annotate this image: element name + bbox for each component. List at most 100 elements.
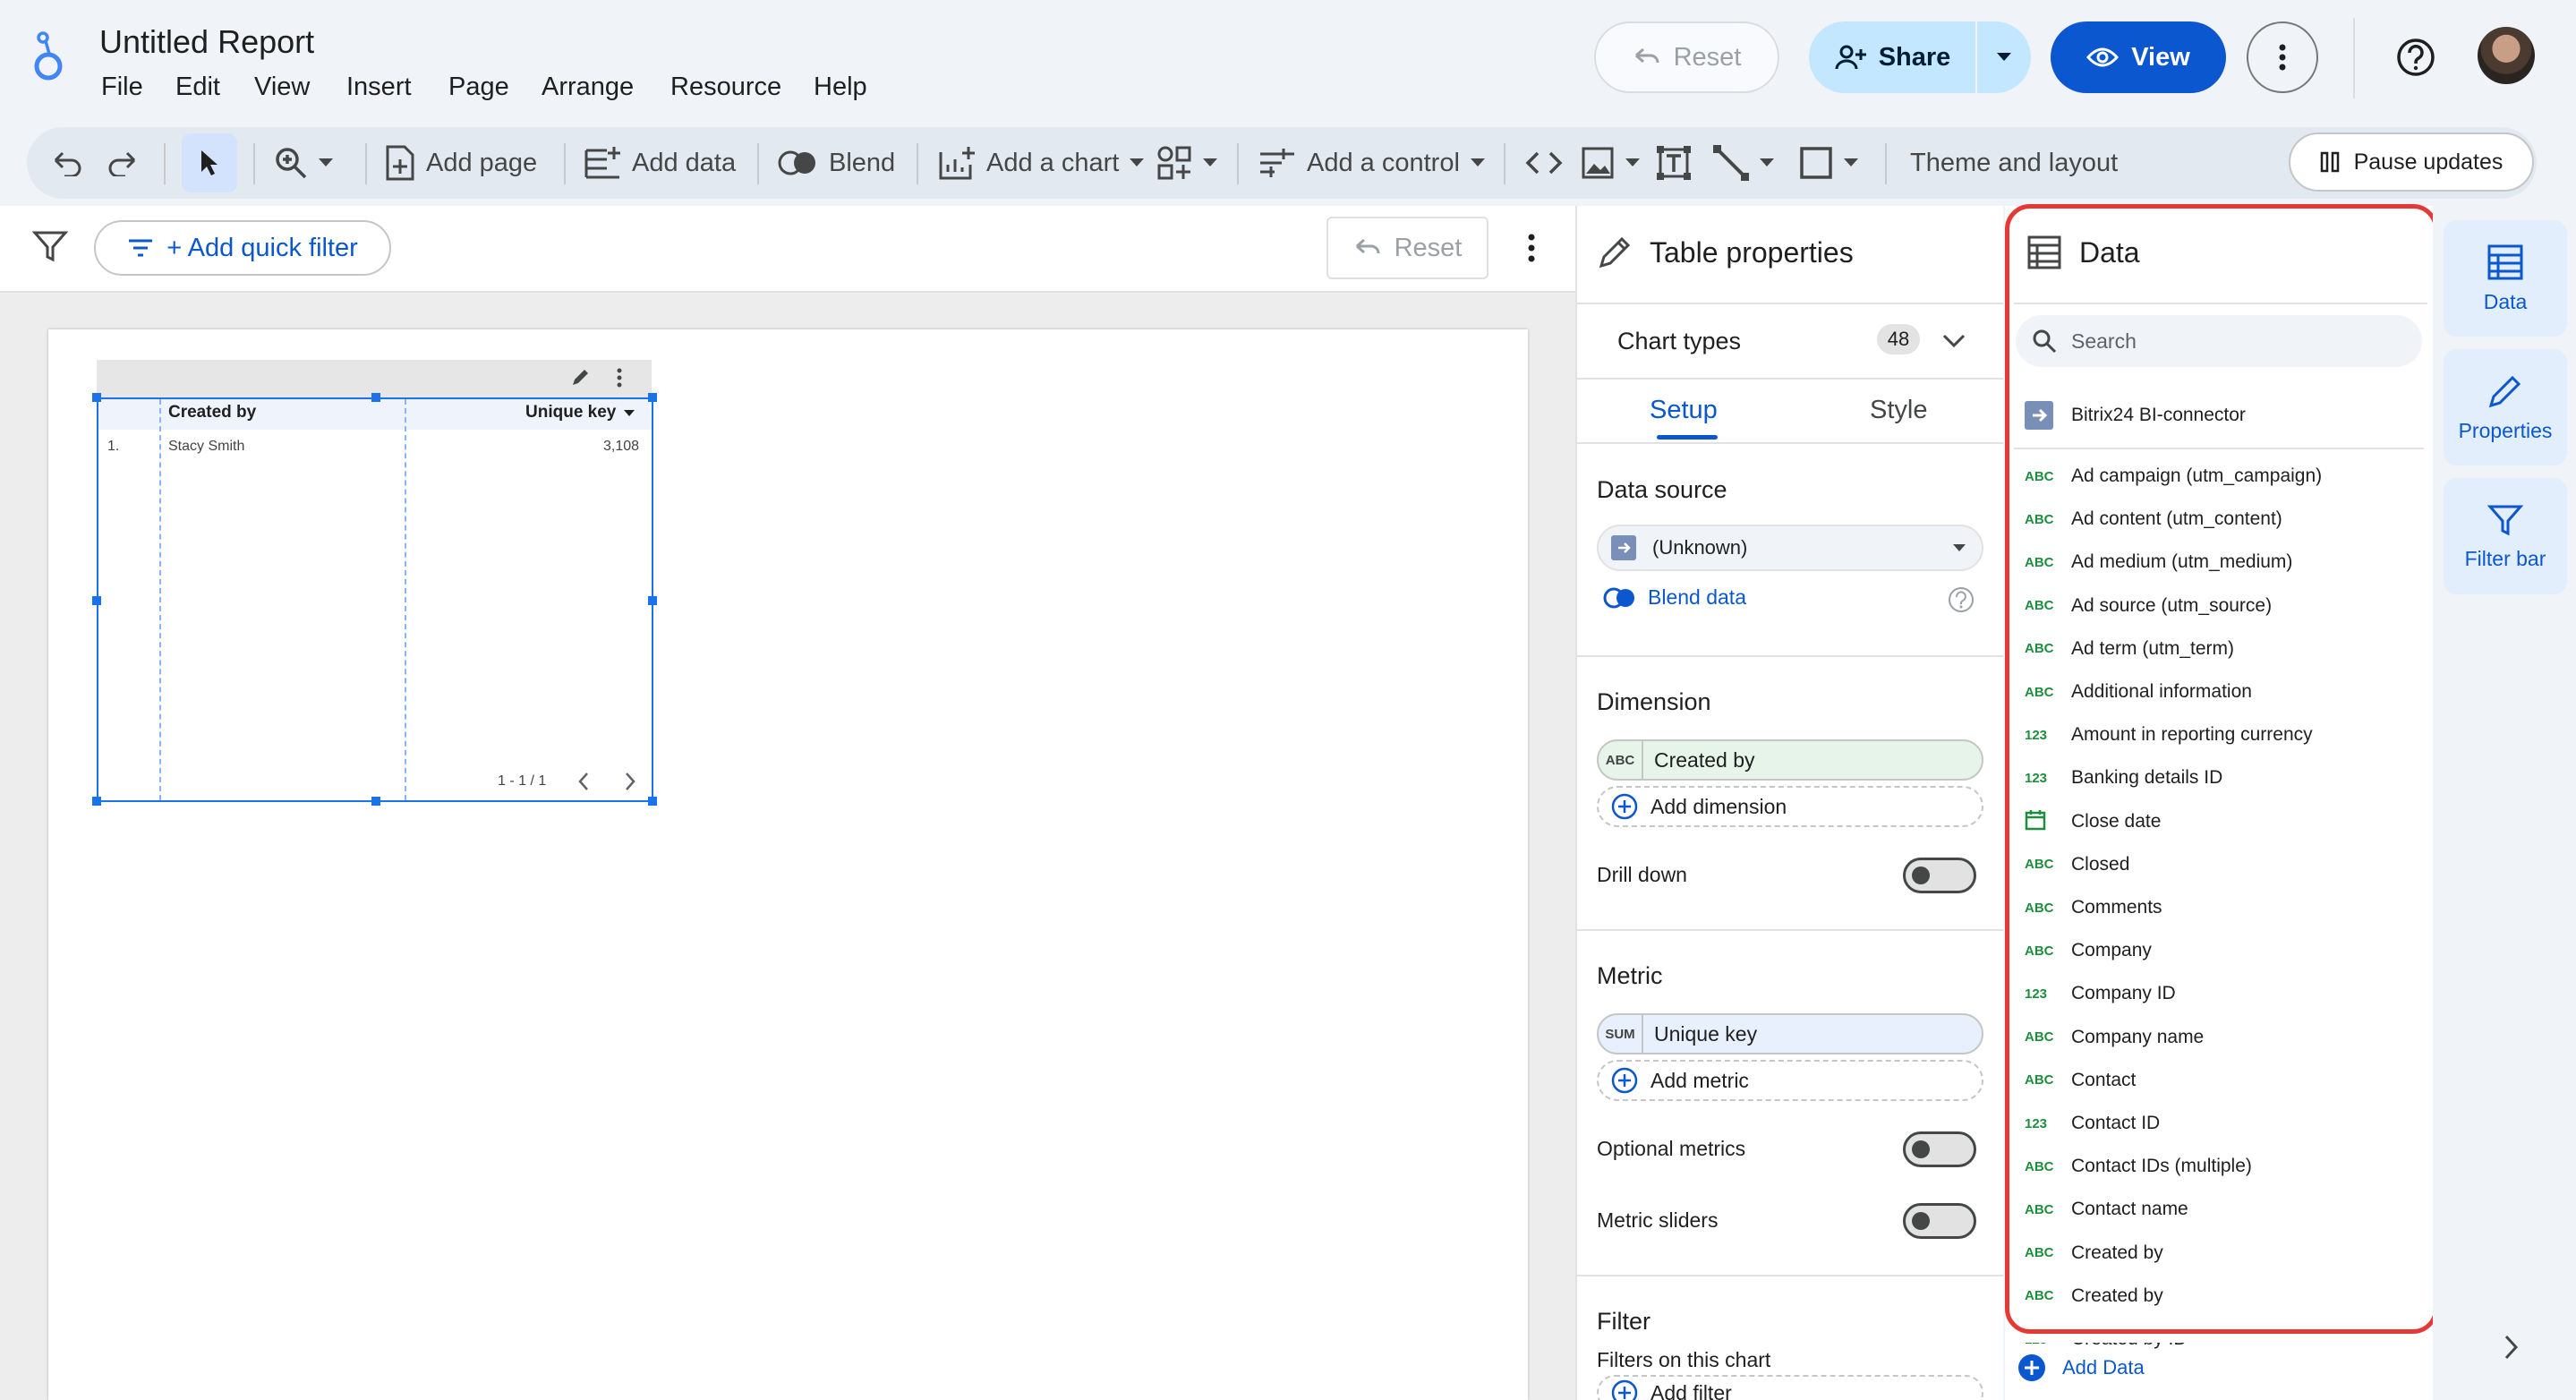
reset-button[interactable]: Reset bbox=[1594, 21, 1779, 93]
caret-down-icon bbox=[1203, 158, 1217, 166]
chart-types-label[interactable]: Chart types bbox=[1617, 328, 1741, 355]
add-dimension-button[interactable]: Add dimension bbox=[1597, 786, 1983, 827]
report-title[interactable]: Untitled Report bbox=[99, 23, 314, 61]
zoom-button[interactable] bbox=[274, 127, 333, 199]
menu-resource[interactable]: Resource bbox=[670, 73, 781, 102]
more-options-button[interactable] bbox=[2247, 21, 2318, 93]
view-button[interactable]: View bbox=[2051, 21, 2226, 93]
help-icon[interactable] bbox=[1948, 586, 1975, 613]
add-filter-button[interactable]: Add filter bbox=[1597, 1375, 1983, 1400]
add-chart-button[interactable]: Add a chart bbox=[938, 127, 1145, 199]
blend-icon bbox=[1603, 587, 1634, 608]
data-source-value: (Unknown) bbox=[1652, 536, 1748, 559]
menu-insert[interactable]: Insert bbox=[346, 73, 412, 102]
pause-updates-button[interactable]: Pause updates bbox=[2289, 132, 2534, 192]
shape-button[interactable] bbox=[1799, 127, 1858, 199]
text-box-icon bbox=[1657, 146, 1691, 180]
metric-chip-unique-key[interactable]: SUM Unique key bbox=[1597, 1013, 1983, 1054]
pause-updates-label: Pause updates bbox=[2353, 149, 2503, 175]
help-button[interactable] bbox=[2389, 30, 2443, 84]
caret-down-icon bbox=[1844, 158, 1858, 166]
filter-more-button[interactable] bbox=[1518, 227, 1545, 269]
redo-button[interactable] bbox=[107, 127, 138, 199]
toolbar-separator bbox=[1237, 143, 1239, 184]
theme-and-layout-button[interactable]: Theme and layout bbox=[1910, 127, 2118, 199]
chart-more-icon[interactable] bbox=[616, 367, 623, 388]
menu-arrange[interactable]: Arrange bbox=[542, 73, 634, 102]
table-chart[interactable] bbox=[97, 397, 653, 802]
chevron-right-icon[interactable] bbox=[2503, 1334, 2521, 1361]
caret-down-icon bbox=[1760, 158, 1774, 166]
add-component-button[interactable] bbox=[1156, 127, 1217, 199]
filter-list-icon bbox=[129, 239, 153, 257]
data-source-select[interactable]: (Unknown) bbox=[1597, 525, 1983, 571]
column-header-created-by[interactable]: Created by bbox=[168, 403, 256, 423]
toolbar-separator bbox=[757, 143, 759, 184]
side-tab-properties[interactable]: Properties bbox=[2444, 349, 2567, 465]
resize-handle[interactable] bbox=[648, 797, 657, 806]
drill-down-label: Drill down bbox=[1597, 863, 1687, 886]
tab-setup[interactable]: Setup bbox=[1650, 396, 1718, 425]
image-button[interactable] bbox=[1581, 127, 1640, 199]
add-quick-filter-label: + Add quick filter bbox=[166, 233, 358, 262]
embed-code-button[interactable] bbox=[1525, 127, 1563, 199]
caret-down-icon bbox=[1470, 158, 1485, 166]
account-avatar[interactable] bbox=[2478, 27, 2535, 84]
menu-file[interactable]: File bbox=[101, 73, 143, 102]
edit-chart-icon[interactable] bbox=[569, 367, 591, 388]
menu-view[interactable]: View bbox=[254, 73, 310, 102]
chart-types-count-badge: 48 bbox=[1877, 324, 1920, 354]
looker-studio-logo-icon[interactable] bbox=[30, 29, 66, 82]
table-list-icon bbox=[2487, 244, 2523, 279]
data-source-label: Data source bbox=[1597, 476, 1727, 503]
resize-handle[interactable] bbox=[371, 393, 380, 402]
caret-down-icon bbox=[319, 158, 333, 166]
side-tab-data[interactable]: Data bbox=[2444, 220, 2567, 337]
pencil-icon bbox=[1599, 236, 1631, 269]
resize-handle[interactable] bbox=[92, 797, 101, 806]
menu-edit[interactable]: Edit bbox=[175, 73, 220, 102]
reset-filters-button[interactable]: Reset bbox=[1326, 217, 1488, 279]
toolbar-separator bbox=[564, 143, 566, 184]
add-control-button[interactable]: Add a control bbox=[1258, 127, 1485, 199]
resize-handle[interactable] bbox=[92, 596, 101, 605]
side-tab-filter-bar[interactable]: Filter bar bbox=[2444, 478, 2567, 594]
text-box-button[interactable] bbox=[1656, 127, 1692, 199]
menu-help[interactable]: Help bbox=[814, 73, 867, 102]
resize-handle[interactable] bbox=[92, 393, 101, 402]
add-metric-button[interactable]: Add metric bbox=[1597, 1060, 1983, 1101]
add-page-icon bbox=[386, 145, 414, 181]
toolbar-separator bbox=[1885, 143, 1887, 184]
chevron-left-icon[interactable] bbox=[577, 772, 590, 791]
line-button[interactable] bbox=[1713, 127, 1774, 199]
reset-filters-label: Reset bbox=[1394, 233, 1463, 262]
drill-down-toggle[interactable] bbox=[1903, 858, 1976, 893]
column-header-unique-key[interactable]: Unique key bbox=[525, 403, 616, 423]
tab-style[interactable]: Style bbox=[1870, 396, 1927, 425]
add-chart-label: Add a chart bbox=[986, 148, 1120, 177]
share-dropdown-button[interactable] bbox=[1977, 21, 2031, 93]
resize-handle[interactable] bbox=[648, 596, 657, 605]
add-data-label: Add data bbox=[632, 148, 737, 177]
share-button[interactable]: Share bbox=[1809, 21, 1975, 93]
add-quick-filter-button[interactable]: + Add quick filter bbox=[94, 220, 391, 276]
add-data-button[interactable]: Add Data bbox=[2017, 1353, 2145, 1382]
optional-metrics-toggle[interactable] bbox=[1903, 1131, 1976, 1167]
toolbar-separator bbox=[917, 143, 918, 184]
blend-button[interactable]: Blend bbox=[777, 127, 895, 199]
add-data-button[interactable]: Add data bbox=[584, 127, 736, 199]
resize-handle[interactable] bbox=[648, 393, 657, 402]
metric-sliders-toggle[interactable] bbox=[1903, 1203, 1976, 1239]
select-tool-button[interactable] bbox=[182, 133, 237, 192]
filter-icon[interactable] bbox=[32, 228, 68, 264]
menu-page[interactable]: Page bbox=[448, 73, 509, 102]
chevron-right-icon[interactable] bbox=[624, 772, 636, 791]
blend-data-link[interactable]: Blend data bbox=[1603, 585, 1746, 610]
add-page-button[interactable]: Add page bbox=[385, 127, 537, 199]
undo-button[interactable] bbox=[52, 127, 82, 199]
chart-header bbox=[97, 360, 652, 397]
toolbar-separator bbox=[253, 143, 255, 184]
resize-handle[interactable] bbox=[371, 797, 380, 806]
chevron-down-icon[interactable] bbox=[1942, 334, 1966, 348]
dimension-chip-created-by[interactable]: ABC Created by bbox=[1597, 739, 1983, 781]
